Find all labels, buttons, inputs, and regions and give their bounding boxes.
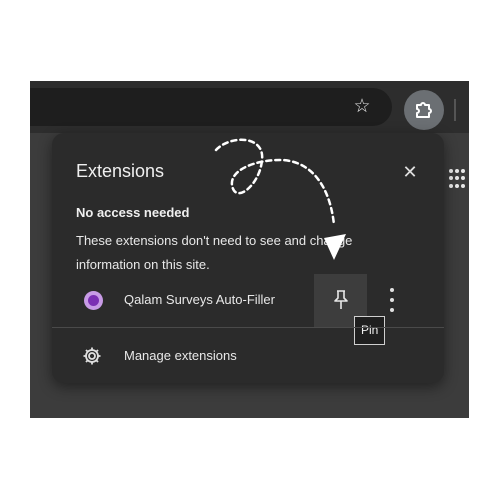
manage-extensions-item[interactable]: Manage extensions (52, 339, 444, 373)
manage-extensions-label: Manage extensions (124, 348, 237, 363)
arrowhead (324, 234, 346, 260)
gear-icon (83, 347, 101, 365)
pin-icon (334, 290, 348, 309)
toolbar-divider (454, 99, 456, 121)
grid-dots-icon[interactable] (449, 169, 469, 189)
popup-title: Extensions (76, 161, 165, 181)
extensions-button[interactable] (404, 90, 444, 130)
divider (52, 327, 444, 328)
extension-name: Qalam Surveys Auto-Filler (124, 292, 275, 307)
close-icon: ✕ (402, 162, 418, 182)
close-button[interactable]: ✕ (398, 160, 422, 184)
puzzle-icon (416, 102, 432, 118)
section-heading: No access needed (76, 205, 190, 220)
annotation-arrow (214, 138, 346, 260)
address-bar[interactable]: ☆ (30, 88, 392, 126)
more-options-button[interactable] (382, 288, 402, 312)
browser-toolbar: ☆ (30, 81, 469, 133)
star-icon[interactable]: ☆ (350, 96, 374, 118)
extension-logo-icon (84, 291, 103, 310)
more-vertical-icon (390, 288, 394, 292)
